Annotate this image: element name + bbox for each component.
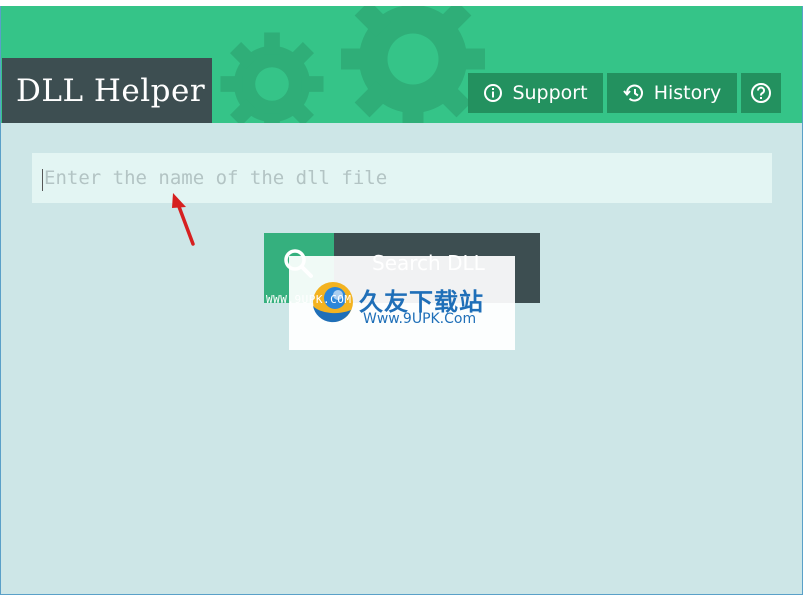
header-bar: DLL Helper Support History bbox=[1, 6, 802, 123]
question-circle-icon bbox=[751, 83, 771, 103]
app-title: DLL Helper bbox=[2, 58, 212, 123]
history-label: History bbox=[653, 82, 722, 104]
watermark-url: Www.9UPK.Com bbox=[363, 311, 477, 327]
help-button[interactable] bbox=[741, 73, 781, 113]
dll-name-input[interactable] bbox=[32, 153, 772, 203]
annotation-arrow-icon bbox=[172, 193, 195, 246]
support-label: Support bbox=[512, 82, 588, 104]
support-button[interactable]: Support bbox=[468, 73, 603, 113]
app-window: DLL Helper Support History Enter the nam… bbox=[0, 6, 803, 595]
gear-decoration-icon bbox=[220, 32, 324, 123]
history-button[interactable]: History bbox=[607, 73, 737, 113]
history-clock-icon bbox=[622, 84, 643, 102]
watermark-small-text: WWW.9UPK.COM bbox=[266, 293, 352, 306]
info-circle-icon bbox=[484, 84, 503, 102]
text-caret bbox=[42, 169, 43, 191]
